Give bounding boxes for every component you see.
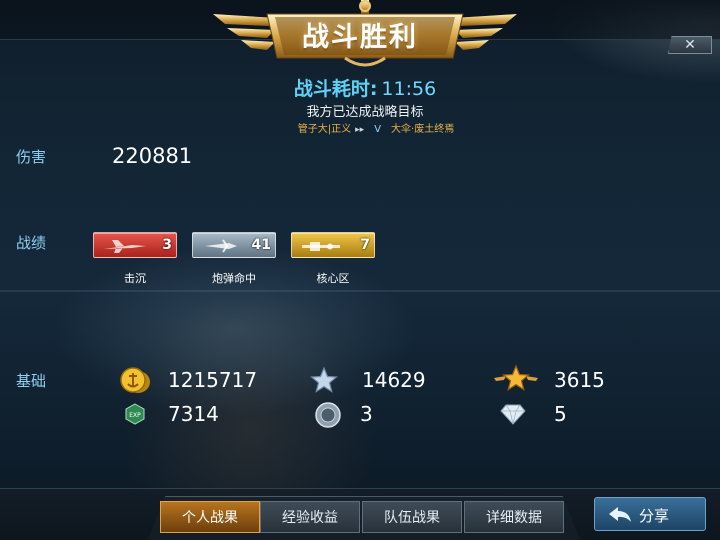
gun-icon [302,242,340,251]
share-button[interactable]: 分享 [594,497,706,531]
players-row: 管子大|正义 ▸▸ V 大伞·废土终焉 [0,120,720,135]
silver-star-icon [310,366,338,393]
diamond-value: 5 [554,402,567,426]
medal-sink[interactable]: 3 [93,232,177,258]
damage-value: 220881 [112,144,193,168]
tab-exp-gain[interactable]: 经验收益 [260,501,360,533]
gold-star-value: 3615 [554,368,605,392]
shell-icon [205,239,237,253]
objective-text: 我方已达成战略目标 [306,105,424,120]
silver-coin-icon [315,402,341,428]
battle-time: 战斗耗时: 11:56 [0,74,720,101]
gold-value: 1215717 [168,368,258,392]
tab-personal-results[interactable]: 个人战果 [160,501,260,533]
silver-coin-value: 3 [360,402,373,426]
svg-text:EXP: EXP [129,412,141,419]
player-left-mark: ▸▸ [355,125,365,135]
vs-label: V [374,124,382,135]
medal-shell-hits[interactable]: 41 [192,232,276,258]
medal-sink-count: 3 [162,237,172,253]
battle-victory-title: 战斗胜利 [302,22,418,53]
medal-sink-caption: 击沉 [124,272,146,285]
damage-label: 伤害 [16,148,47,166]
base-label: 基础 [16,372,47,390]
gold-star-icon [494,364,538,391]
diamond-icon [500,404,526,425]
tab-team-results[interactable]: 队伍战果 [362,501,462,533]
share-arrow-icon [609,507,631,522]
exp-value: 7314 [168,402,219,426]
battle-time-value: 11:56 [381,78,437,100]
tab-detailed-data[interactable]: 详细数据 [464,501,564,533]
share-label: 分享 [639,507,670,525]
exp-icon: EXP [125,403,145,425]
medal-shell-hits-caption: 炮弹命中 [212,272,256,285]
player-left: 管子大|正义 [297,124,352,135]
medal-citadel[interactable]: 7 [291,232,375,258]
medal-citadel-caption: 核心区 [316,272,350,285]
gold-coin-icon [120,367,150,393]
medal-shell-hits-count: 41 [251,237,271,253]
close-button[interactable]: ✕ [668,36,712,54]
silver-star-value: 14629 [362,368,426,392]
player-right: 大伞·废土终焉 [391,124,455,135]
battle-time-label: 战斗耗时: [293,78,378,100]
medal-citadel-count: 7 [360,237,370,253]
record-label: 战绩 [16,234,47,252]
plane-icon [104,240,146,253]
